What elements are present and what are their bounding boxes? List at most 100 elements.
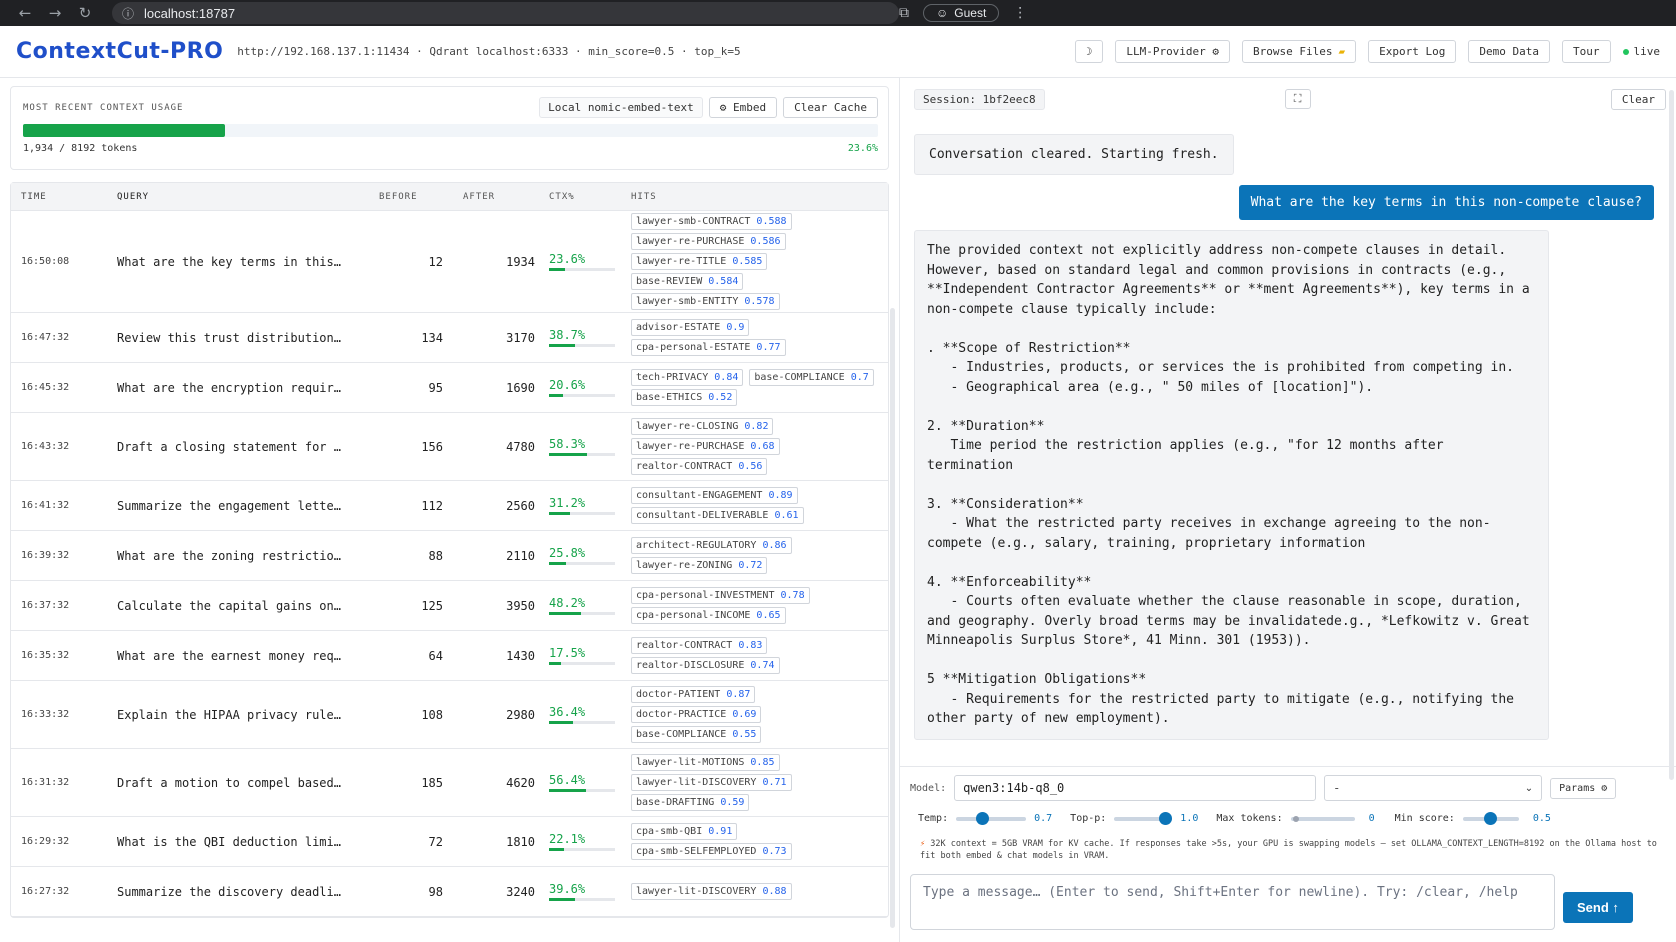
table-row[interactable]: 16:39:32 What are the zoning restrictio… 8… [11, 531, 888, 581]
hit-badge[interactable]: cpa-personal-INVESTMENT 0.78 [631, 587, 810, 604]
hit-badge[interactable]: lawyer-smb-CONTRACT 0.588 [631, 213, 792, 230]
temp-slider-knob[interactable] [976, 811, 990, 825]
llm-provider-button[interactable]: LLM-Provider ⚙ [1115, 40, 1231, 63]
folder-icon: ▰ [1338, 45, 1346, 58]
temp-slider[interactable] [956, 811, 1027, 825]
forward-icon[interactable]: → [40, 4, 70, 22]
table-row[interactable]: 16:45:32 What are the encryption requir… 9… [11, 363, 888, 413]
hit-badge[interactable]: lawyer-smb-ENTITY 0.578 [631, 293, 780, 310]
hit-badge[interactable]: lawyer-lit-MOTIONS 0.85 [631, 754, 780, 771]
table-row[interactable]: 16:50:08 What are the key terms in this… 1… [11, 211, 888, 313]
expand-icon[interactable]: ⛶ [1284, 89, 1311, 109]
maxtok-slider[interactable] [1290, 815, 1355, 822]
hit-badge[interactable]: consultant-DELIVERABLE 0.61 [631, 507, 804, 524]
clear-chat-button[interactable]: Clear [1610, 88, 1666, 110]
row-hits: cpa-personal-INVESTMENT 0.78 cpa-personal… [619, 582, 888, 629]
hit-badge[interactable]: realtor-CONTRACT 0.56 [631, 458, 768, 475]
minscore-label: Min score: [1394, 813, 1455, 824]
table-row[interactable]: 16:33:32 Explain the HIPAA privacy rule… 1… [11, 681, 888, 749]
params-button[interactable]: Params ⚙ [1550, 777, 1617, 799]
theme-toggle-button[interactable]: ☽ [1074, 40, 1104, 63]
person-icon: ☺ [936, 6, 949, 20]
cast-icon[interactable]: ⧉ [899, 5, 909, 21]
row-hits: lawyer-smb-CONTRACT 0.588 lawyer-re-PURCH… [619, 208, 888, 315]
model-select[interactable]: - ⌄ [1324, 775, 1543, 801]
browse-files-button[interactable]: Browse Files ▰ [1242, 40, 1357, 63]
hit-name: lawyer-smb-ENTITY [636, 296, 739, 307]
maxtok-label: Max tokens: [1216, 813, 1283, 824]
send-button[interactable]: Send ↑ [1563, 892, 1633, 923]
hit-badge[interactable]: realtor-DISCLOSURE 0.74 [631, 657, 780, 674]
table-row[interactable]: 16:37:32 Calculate the capital gains on… 1… [11, 581, 888, 631]
hit-badge[interactable]: lawyer-lit-DISCOVERY 0.71 [631, 774, 792, 791]
hit-badge[interactable]: lawyer-re-PURCHASE 0.68 [631, 438, 780, 455]
row-time: 16:41:32 [21, 500, 70, 511]
hit-badge[interactable]: tech-PRIVACY 0.84 [631, 369, 744, 386]
profile-button[interactable]: ☺ Guest [923, 4, 1000, 22]
row-hits: tech-PRIVACY 0.84 base-COMPLIANCE 0.7 base… [619, 364, 888, 411]
param-sliders: Temp: 0.7 Top-p: 1.0 Max tokens: 0 Min s… [910, 811, 1666, 825]
hit-score: 0.578 [744, 296, 775, 307]
demo-data-button[interactable]: Demo Data [1468, 40, 1550, 63]
minscore-slider-knob[interactable] [1484, 811, 1498, 825]
hit-badge[interactable]: consultant-ENGAGEMENT 0.89 [631, 487, 798, 504]
hit-badge[interactable]: base-REVIEW 0.584 [631, 273, 744, 290]
table-scrollbar[interactable] [890, 308, 895, 928]
menu-icon[interactable]: ⋮ [1013, 5, 1027, 21]
topp-label: Top-p: [1070, 813, 1107, 824]
minscore-slider[interactable] [1462, 811, 1519, 825]
hit-badge[interactable]: realtor-CONTRACT 0.83 [631, 637, 768, 654]
hit-badge[interactable]: advisor-ESTATE 0.9 [631, 319, 750, 336]
maxtok-slider-knob[interactable] [1293, 815, 1300, 822]
hit-badge[interactable]: base-COMPLIANCE 0.55 [631, 726, 762, 743]
row-after: 4620 [506, 775, 535, 790]
hit-badge[interactable]: base-COMPLIANCE 0.7 [749, 369, 874, 386]
topp-slider[interactable] [1114, 811, 1173, 825]
back-icon[interactable]: ← [10, 4, 40, 22]
hit-badge[interactable]: lawyer-re-TITLE 0.585 [631, 253, 768, 270]
table-row[interactable]: 16:29:32 What is the QBI deduction limi… 7… [11, 817, 888, 867]
hit-badge[interactable]: lawyer-re-PURCHASE 0.586 [631, 233, 786, 250]
hit-score: 0.91 [708, 826, 733, 837]
chat-controls: Model: qwen3:14b-q8_0 - ⌄ Params ⚙ Temp: … [900, 766, 1676, 942]
hit-badge[interactable]: doctor-PRACTICE 0.69 [631, 706, 762, 723]
hit-badge[interactable]: cpa-smb-SELFEMPLOYED 0.73 [631, 843, 792, 860]
export-log-button[interactable]: Export Log [1368, 40, 1457, 63]
hit-badge[interactable]: base-DRAFTING 0.59 [631, 794, 750, 811]
hit-name: doctor-PATIENT [636, 689, 721, 700]
hit-name: realtor-DISCLOSURE [636, 660, 745, 671]
model-input[interactable]: qwen3:14b-q8_0 [954, 775, 1317, 801]
address-bar[interactable]: ⓘ localhost:18787 [112, 2, 899, 24]
table-row[interactable]: 16:47:32 Review this trust distribution… 1… [11, 313, 888, 363]
hit-badge[interactable]: cpa-personal-INCOME 0.65 [631, 607, 786, 624]
site-info-icon[interactable]: ⓘ [122, 5, 134, 22]
hit-badge[interactable]: lawyer-lit-DISCOVERY 0.88 [631, 883, 792, 900]
table-row[interactable]: 16:41:32 Summarize the engagement lette… 1… [11, 481, 888, 531]
table-row[interactable]: 16:43:32 Draft a closing statement for … 1… [11, 413, 888, 481]
row-ctx-bar-fill [549, 848, 564, 851]
clear-cache-button[interactable]: Clear Cache [783, 97, 878, 118]
reload-icon[interactable]: ↻ [70, 4, 100, 22]
hit-name: cpa-personal-ESTATE [636, 342, 751, 353]
chat-scrollbar[interactable] [1669, 90, 1674, 780]
col-hits: HITS [631, 191, 657, 202]
tour-button[interactable]: Tour [1562, 40, 1611, 63]
row-query: Draft a closing statement for … [117, 439, 341, 454]
table-row[interactable]: 16:31:32 Draft a motion to compel based… 1… [11, 749, 888, 817]
row-ctx-bar [549, 721, 615, 724]
embed-button[interactable]: ⚙ Embed [708, 97, 778, 118]
hit-badge[interactable]: doctor-PATIENT 0.87 [631, 686, 756, 703]
hit-badge[interactable]: cpa-smb-QBI 0.91 [631, 823, 738, 840]
hit-badge[interactable]: architect-REGULATORY 0.86 [631, 537, 792, 554]
row-before: 112 [421, 498, 443, 513]
hit-badge[interactable]: lawyer-re-ZONING 0.72 [631, 557, 768, 574]
hit-badge[interactable]: cpa-personal-ESTATE 0.77 [631, 339, 786, 356]
row-query: Summarize the engagement lette… [117, 498, 341, 513]
table-row[interactable]: 16:27:32 Summarize the discovery deadli… 9… [11, 867, 888, 917]
hit-badge[interactable]: lawyer-re-CLOSING 0.82 [631, 418, 774, 435]
topp-slider-knob[interactable] [1159, 811, 1173, 825]
message-input[interactable]: Type a message… (Enter to send, Shift+En… [910, 874, 1555, 930]
table-row[interactable]: 16:35:32 What are the earnest money req… 6… [11, 631, 888, 681]
hit-badge[interactable]: base-ETHICS 0.52 [631, 389, 738, 406]
hit-score: 0.71 [762, 777, 787, 788]
